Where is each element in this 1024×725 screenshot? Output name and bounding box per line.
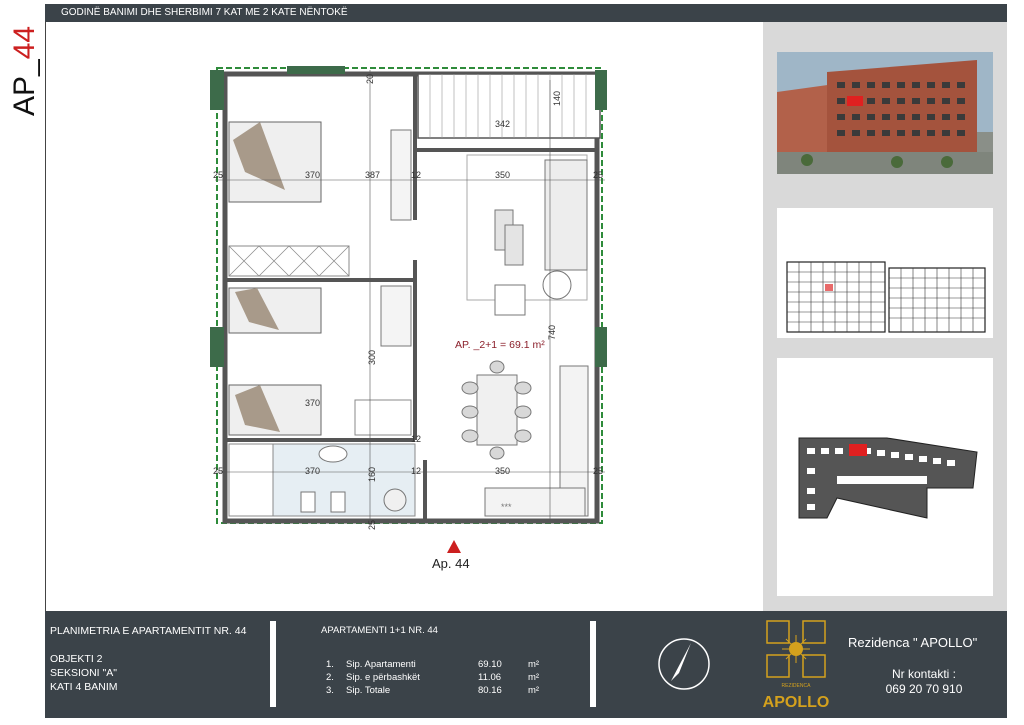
svg-text:12: 12 xyxy=(411,434,421,444)
window-left-2 xyxy=(210,327,224,367)
svg-text:20: 20 xyxy=(365,74,375,84)
desk-1 xyxy=(390,129,412,221)
svg-text:140: 140 xyxy=(552,91,562,106)
residence-name: Rezidenca " APOLLO" xyxy=(848,635,978,650)
apartment-title: APARTAMENTI 1+1 NR. 44 xyxy=(321,625,438,636)
svg-text:342: 342 xyxy=(495,119,510,129)
area-row-2: 2. Sip. e përbashkët 11.06 m² xyxy=(326,672,540,683)
area-row-3: 3. Sip. Totale 80.16 m² xyxy=(326,685,540,696)
svg-text:25: 25 xyxy=(213,170,223,180)
apollo-logo: REZIDENCA APOLLO xyxy=(763,620,829,711)
svg-text:370: 370 xyxy=(305,170,320,180)
svg-text:370: 370 xyxy=(305,398,320,408)
svg-text:350: 350 xyxy=(495,170,510,180)
wardrobe-1 xyxy=(228,245,350,277)
dining-table xyxy=(476,374,518,446)
svg-text:370: 370 xyxy=(305,466,320,476)
window-top xyxy=(287,66,345,74)
logo-small-text: REZIDENCA xyxy=(782,683,812,689)
object-label: OBJEKTI 2 xyxy=(50,653,103,665)
kitchen-counter-bottom xyxy=(484,487,586,517)
svg-text:12: 12 xyxy=(411,170,421,180)
contact-number: 069 20 70 910 xyxy=(885,682,963,696)
svg-text:AP_44: AP_44 xyxy=(8,26,40,116)
svg-text:25: 25 xyxy=(593,466,603,476)
section-label: SEKSIONI "A" xyxy=(50,667,117,679)
shower xyxy=(383,488,407,512)
window-right-2 xyxy=(595,327,607,367)
north-compass-icon xyxy=(658,638,710,690)
apartment-marker-label: Ap. 44 xyxy=(432,556,470,571)
contact-label: Nr kontakti : xyxy=(891,667,957,681)
hatch-label: *** xyxy=(501,502,512,512)
wardrobe-2 xyxy=(354,399,412,436)
coffee-table-2 xyxy=(504,224,524,266)
area-row-1: 1. Sip. Apartamenti 69.10 m² xyxy=(326,659,540,670)
side-table xyxy=(542,270,572,300)
right-panel xyxy=(763,22,1007,612)
apartment-marker-icon xyxy=(447,540,461,553)
footer-bar: PLANIMETRIA E APARTAMENTIT NR. 44 OBJEKT… xyxy=(45,611,1007,718)
header-title: GODINË BANIMI DHE SHERBIMI 7 KAT ME 2 KA… xyxy=(61,7,348,18)
svg-text:160: 160 xyxy=(367,467,377,482)
bathtub xyxy=(228,443,274,517)
svg-text:12: 12 xyxy=(411,466,421,476)
floor-label: KATI 4 BANIM xyxy=(50,681,118,693)
svg-text:25: 25 xyxy=(213,466,223,476)
svg-text:25: 25 xyxy=(367,520,377,530)
area-label: AP. _2+1 = 69.1 m² xyxy=(455,339,545,351)
footer-separator-1 xyxy=(270,621,276,707)
armchair xyxy=(494,284,526,316)
toilet xyxy=(300,491,316,513)
footer-separator-2 xyxy=(590,621,596,707)
window-right-1 xyxy=(595,70,607,110)
contact-block: Nr kontakti : 069 20 70 910 xyxy=(874,667,974,697)
svg-text:350: 350 xyxy=(495,466,510,476)
side-label-prefix: AP_ xyxy=(8,58,40,116)
building-render-image xyxy=(777,52,993,174)
sink xyxy=(318,445,348,463)
sofa xyxy=(544,159,588,271)
side-label-number: 44 xyxy=(8,26,40,59)
plan-title: PLANIMETRIA E APARTAMENTIT NR. 44 xyxy=(50,625,247,637)
elevation-diagram xyxy=(777,208,993,338)
window-left-1 xyxy=(210,70,224,110)
svg-text:387: 387 xyxy=(365,170,380,180)
bidet xyxy=(330,491,346,513)
logo-brand-text: APOLLO xyxy=(763,694,829,711)
floor-plan: *** AP. _2+1 = 69.1 m² 370 387 342 140 2… xyxy=(210,66,607,530)
svg-text:300: 300 xyxy=(367,350,377,365)
desk-2 xyxy=(380,285,412,347)
header-bar: GODINË BANIMI DHE SHERBIMI 7 KAT ME 2 KA… xyxy=(45,4,1007,22)
side-apartment-label: AP_44 xyxy=(6,8,41,118)
site-plan-diagram xyxy=(777,358,993,596)
svg-text:25: 25 xyxy=(593,170,603,180)
svg-text:740: 740 xyxy=(547,325,557,340)
